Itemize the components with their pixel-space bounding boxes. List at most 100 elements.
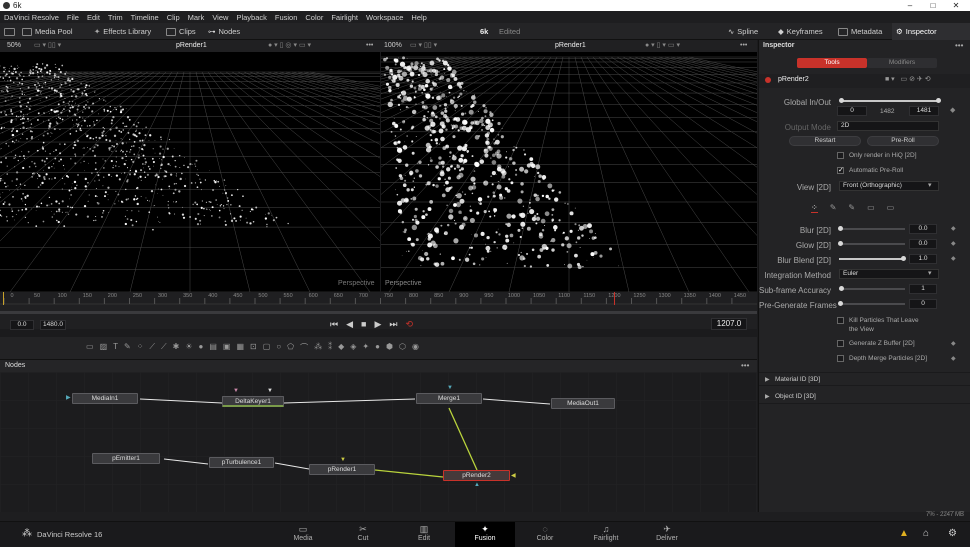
polygon-mask-icon[interactable]: ⬠ — [287, 342, 294, 353]
spline-button[interactable]: ∿ Spline — [728, 23, 758, 40]
only-render-hiq-checkbox[interactable] — [837, 152, 844, 159]
metadata-button[interactable]: Metadata — [838, 23, 882, 40]
maximize-button[interactable]: □ — [923, 0, 943, 11]
go-to-start-icon[interactable]: ⏮ — [330, 319, 338, 330]
shape3d-tool-icon[interactable]: ◆ — [338, 342, 344, 353]
rectangle-mask-icon[interactable]: ▢ — [263, 342, 271, 353]
output-mode-dropdown[interactable]: 2D — [837, 121, 939, 131]
home-icon[interactable]: ⌂ — [923, 528, 929, 539]
depth-merge-keyframe-icon[interactable]: ◆ — [951, 355, 956, 362]
emitter-tool-icon[interactable]: ⁂ — [314, 342, 322, 353]
keyframes-button[interactable]: ◆ Keyframes — [778, 23, 823, 40]
right-viewer-controls-icon[interactable]: ● ▾ ▯ ▾ ▭ ▾ — [645, 40, 680, 52]
global-in-out-slider[interactable] — [839, 98, 941, 103]
camera-subtab-icon[interactable]: ▭ — [887, 203, 895, 213]
left-zoom-dropdown[interactable]: 50% — [7, 40, 21, 52]
menu-item-workspace[interactable]: Workspace — [362, 13, 407, 22]
ellipse-mask-icon[interactable]: ○ — [276, 342, 281, 353]
node-deltakeyer1[interactable]: DeltaKeyer1 — [222, 396, 284, 407]
menu-item-edit[interactable]: Edit — [83, 13, 104, 22]
style-subtab-icon[interactable]: ✎ — [830, 203, 837, 213]
node-prender2[interactable]: pRender2 — [443, 470, 510, 481]
input-port-icon[interactable]: ▼ — [233, 388, 239, 394]
depth-merge-checkbox[interactable] — [837, 355, 844, 362]
close-button[interactable]: ✕ — [946, 0, 966, 11]
glow-field[interactable]: 0.0 — [909, 239, 937, 249]
subframe-slider-knob[interactable] — [839, 286, 844, 291]
render3d-tool-icon[interactable]: ◉ — [412, 342, 419, 353]
timeline-ruler[interactable]: 0 50 100 150 200 250 300 350 400 450 500 550 600 650 7… — [0, 292, 757, 305]
menu-item-fusion[interactable]: Fusion — [271, 13, 302, 22]
blur-slider[interactable] — [838, 226, 905, 231]
page-fusion[interactable]: ✦ Fusion — [455, 522, 515, 547]
input-port-icon[interactable]: ▼ — [267, 388, 273, 394]
glow-slider[interactable] — [838, 241, 905, 246]
blur-tool-icon[interactable]: ✱ — [173, 342, 180, 353]
menu-item-trim[interactable]: Trim — [104, 13, 127, 22]
brightness-tool-icon[interactable]: ☀ — [185, 342, 192, 353]
resize-tool-icon[interactable]: ▦ — [236, 342, 244, 353]
node-pturbulence1[interactable]: pTurbulence1 — [209, 457, 274, 468]
right-viewer[interactable]: Perspective — [381, 52, 757, 292]
left-viewer[interactable]: Perspective — [0, 52, 380, 292]
cube3d-tool-icon[interactable]: ⬢ — [386, 342, 393, 353]
bspline-mask-icon[interactable]: ⌒ — [300, 342, 308, 353]
node-merge1[interactable]: Merge1 — [416, 393, 482, 404]
stop-icon[interactable]: ■ — [361, 319, 366, 330]
loop-icon[interactable]: ⟲ — [406, 319, 414, 330]
menu-item-playback[interactable]: Playback — [232, 13, 270, 22]
glow-keyframe-icon[interactable]: ◆ — [951, 240, 956, 247]
effects-library-button[interactable]: ✦ Effects Library — [94, 23, 151, 40]
page-edit[interactable]: ▥ Edit — [394, 522, 454, 547]
crop-tool-icon[interactable]: ⊡ — [250, 342, 257, 353]
background-tool-icon[interactable]: ▭ — [86, 342, 94, 353]
step-back-icon[interactable]: ◀ — [346, 319, 353, 330]
menu-item-davinci[interactable]: DaVinci Resolve — [0, 13, 63, 22]
node-pemitter1[interactable]: pEmitter1 — [92, 453, 160, 464]
mask-tool-icon[interactable]: ⟋ — [149, 342, 155, 353]
left-view-options-icon[interactable]: ▭ ▾ ▯▯ ▾ — [34, 40, 61, 52]
play-icon[interactable]: ▶ — [374, 319, 381, 330]
media-pool-button[interactable]: Media Pool — [22, 23, 73, 40]
start-frame-field[interactable]: 0.0 — [10, 320, 34, 330]
blur-blend-keyframe-icon[interactable]: ◆ — [951, 255, 956, 262]
global-out-knob[interactable] — [936, 98, 941, 103]
pre-roll-button[interactable]: Pre-Roll — [867, 136, 939, 146]
toolbar-menu-toggle[interactable] — [4, 23, 15, 40]
start-marker[interactable] — [3, 292, 4, 305]
nodes-more-icon[interactable]: ••• — [741, 361, 749, 370]
pre-generate-frames-slider[interactable] — [838, 301, 905, 306]
subframe-accuracy-field[interactable]: 1 — [909, 284, 937, 294]
image-subtab-icon[interactable]: ✎ — [848, 203, 855, 213]
render-range-bar[interactable] — [0, 311, 757, 314]
page-color[interactable]: ◌ Color — [515, 522, 575, 547]
restart-button[interactable]: Restart — [789, 136, 861, 146]
transform-tool-icon[interactable]: ⟋ — [161, 342, 167, 353]
page-media[interactable]: ▭ Media — [273, 522, 333, 547]
node-prender1[interactable]: pRender1 — [309, 464, 375, 475]
page-deliver[interactable]: ✈ Deliver — [637, 522, 697, 547]
blur-field[interactable]: 0.0 — [909, 224, 937, 234]
settings-subtab-icon[interactable]: ▭ — [867, 203, 875, 213]
page-cut[interactable]: ✂ Cut — [333, 522, 393, 547]
blur-blend-slider-knob[interactable] — [901, 256, 906, 261]
end-frame-field[interactable]: 1480.0 — [40, 320, 66, 330]
inspector-more-icon[interactable]: ••• — [955, 41, 963, 50]
input-port-icon[interactable]: ▲ — [474, 482, 480, 488]
right-view-options-icon[interactable]: ▭ ▾ ▯▯ ▾ — [410, 40, 437, 52]
global-in-knob[interactable] — [839, 98, 844, 103]
menu-item-help[interactable]: Help — [407, 13, 430, 22]
global-out-field[interactable]: 1481 — [909, 106, 939, 116]
blur-keyframe-icon[interactable]: ◆ — [951, 225, 956, 232]
blur-blend-slider[interactable] — [839, 256, 906, 261]
node-enable-icon[interactable] — [765, 77, 771, 83]
automatic-pre-roll-checkbox[interactable]: ✓ — [837, 167, 844, 174]
global-reset-icon[interactable]: ◆ — [950, 106, 955, 114]
controls-subtab-icon[interactable]: ⁘ — [811, 203, 818, 213]
sphere3d-tool-icon[interactable]: ● — [375, 342, 380, 353]
view-dropdown[interactable]: Front (Orthographic) — [839, 181, 939, 191]
prender-tool-icon[interactable]: ⁑ — [328, 342, 332, 353]
tab-tools[interactable]: Tools — [797, 58, 867, 68]
input-port-icon[interactable]: ▶ — [66, 394, 71, 401]
playhead-marker[interactable] — [614, 292, 615, 305]
